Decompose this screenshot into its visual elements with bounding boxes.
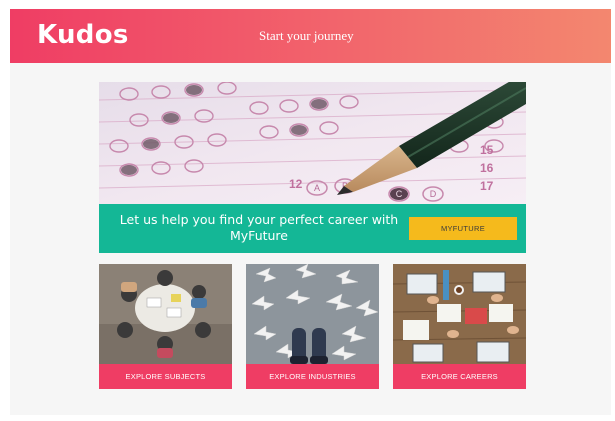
arrows-on-floor-image (246, 264, 379, 364)
bubble-letter-d: D (430, 189, 437, 199)
answer-sheet-image: A B C D 12 15 16 17 (99, 82, 526, 204)
explore-subjects-button[interactable]: EXPLORE SUBJECTS (99, 364, 232, 389)
myfuture-banner-text: Let us help you find your perfect career… (119, 212, 399, 243)
kudos-logo[interactable]: Kudos (37, 20, 129, 50)
card-explore-careers[interactable]: EXPLORE CAREERS (393, 264, 526, 389)
students-around-table-image (99, 264, 232, 364)
bubble-letter-c: C (396, 189, 403, 199)
row-number-16: 16 (480, 161, 494, 175)
bubble-letter-a: A (314, 183, 320, 193)
header-bar: Kudos Start your journey (10, 9, 611, 63)
myfuture-banner: Let us help you find your perfect career… (99, 204, 526, 253)
card-explore-subjects[interactable]: EXPLORE SUBJECTS (99, 264, 232, 389)
header-tagline: Start your journey (259, 28, 354, 43)
row-number-15: 15 (480, 143, 494, 157)
row-number-12: 12 (289, 177, 303, 191)
explore-industries-button[interactable]: EXPLORE INDUSTRIES (246, 364, 379, 389)
myfuture-button[interactable]: MYFUTURE (409, 217, 517, 240)
explore-careers-button[interactable]: EXPLORE CAREERS (393, 364, 526, 389)
card-explore-industries[interactable]: EXPLORE INDUSTRIES (246, 264, 379, 389)
row-number-17: 17 (480, 179, 494, 193)
page-frame: Kudos Start your journey A C D 12 15 16 … (10, 9, 611, 415)
hero-image: A B C D 12 15 16 17 (99, 82, 526, 204)
desk-overhead-image (393, 264, 526, 364)
